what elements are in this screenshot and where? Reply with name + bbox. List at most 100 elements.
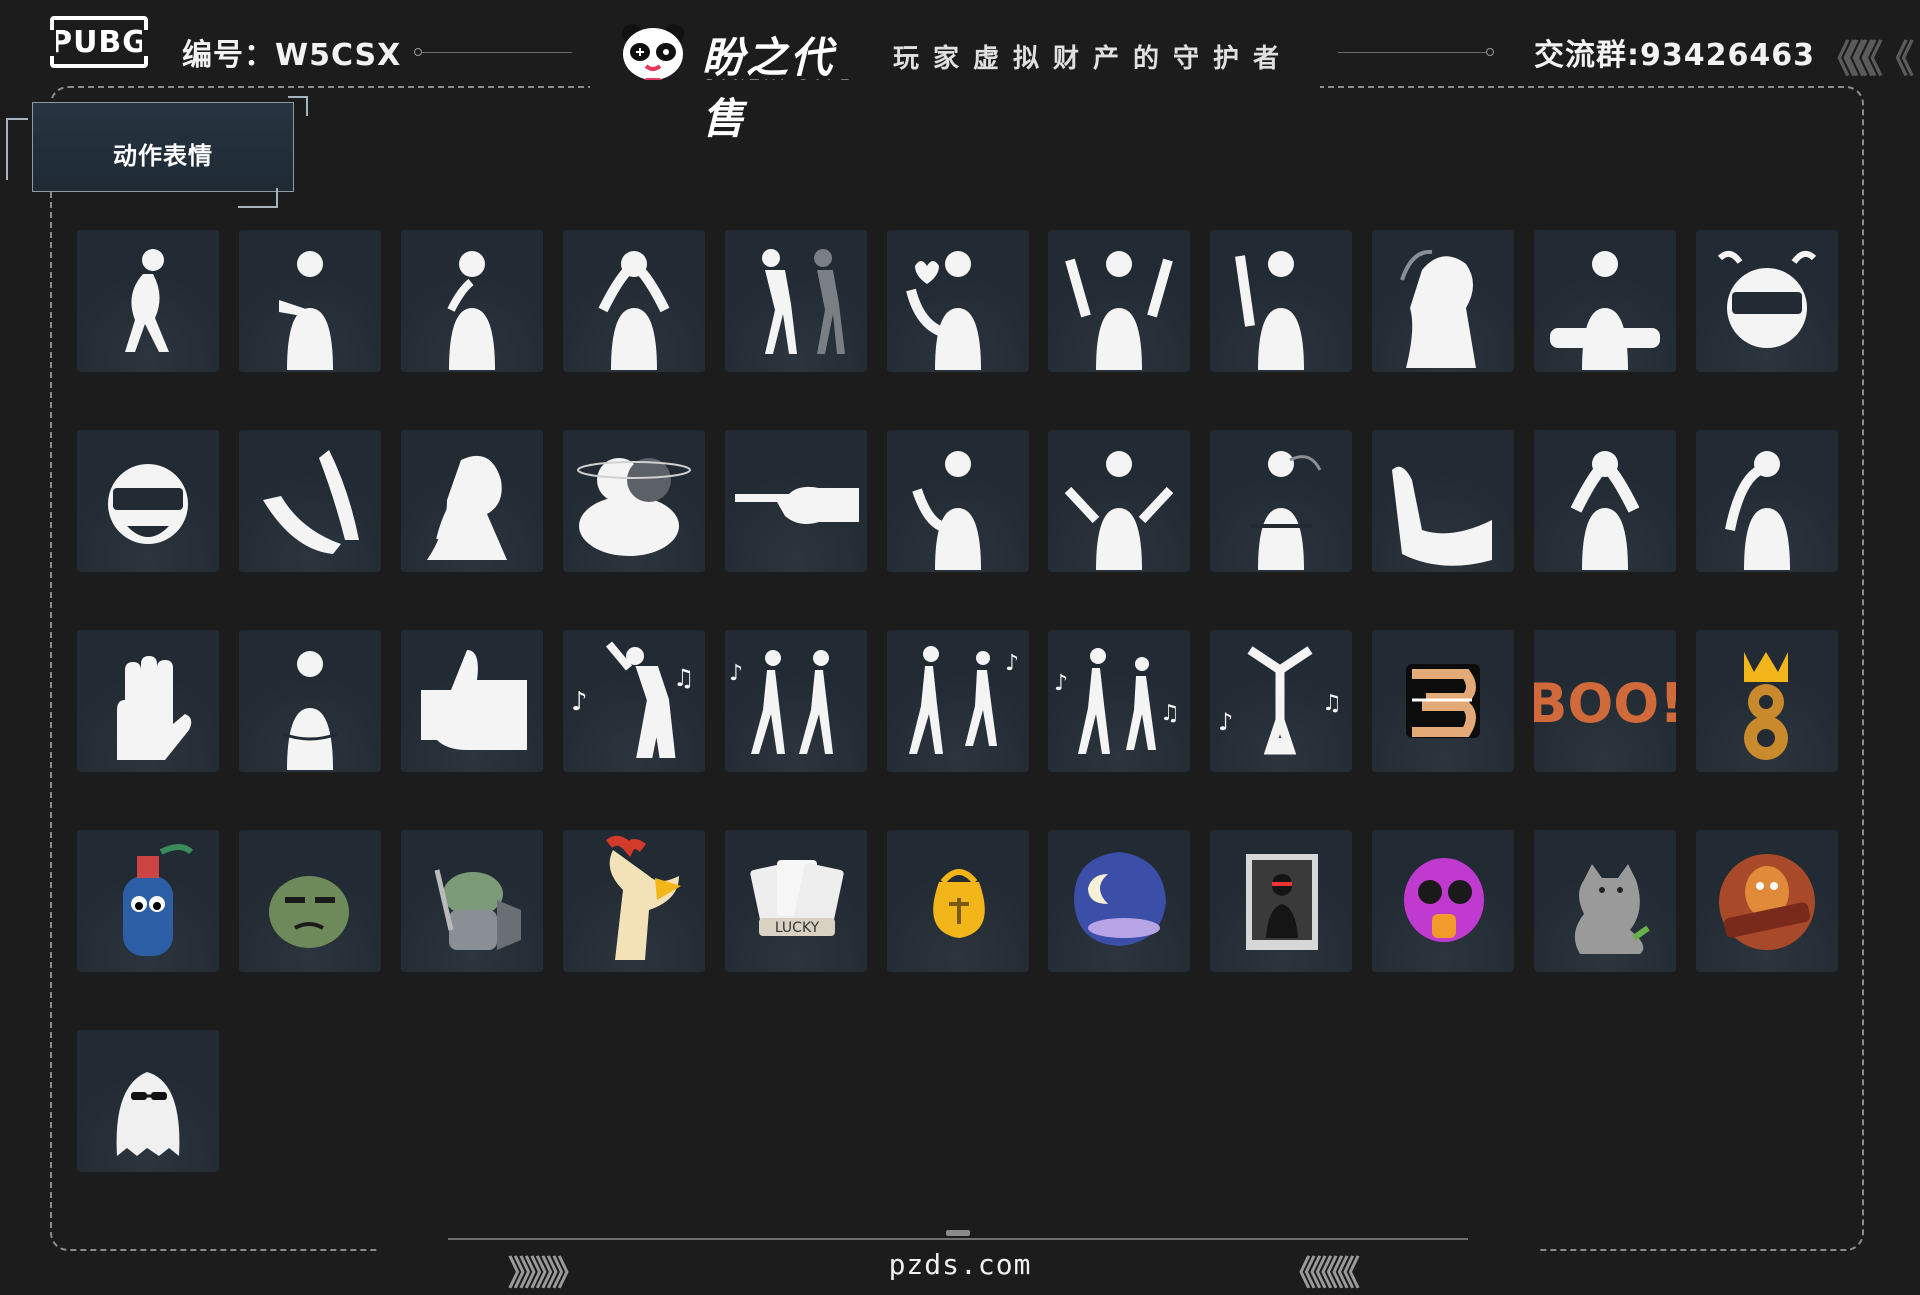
boo-sticker-icon: BOO! bbox=[1534, 630, 1677, 772]
svg-text:♫: ♫ bbox=[1160, 701, 1180, 726]
emote-tile[interactable] bbox=[886, 230, 1029, 372]
point-hand-icon bbox=[724, 430, 867, 572]
svg-text:♪: ♪ bbox=[1005, 651, 1019, 676]
grumpy-frog-sticker-icon bbox=[238, 830, 381, 972]
svg-text:♪: ♪ bbox=[571, 687, 588, 717]
pointing-pose-icon bbox=[238, 230, 381, 372]
lean-pose-icon bbox=[1534, 230, 1677, 372]
nose-pick-pose-icon bbox=[400, 430, 543, 572]
pubg-logo-text: PUBG bbox=[50, 24, 148, 60]
emote-tile[interactable]: ♪ ♫ bbox=[562, 630, 705, 772]
emote-tile[interactable] bbox=[1048, 830, 1191, 972]
emote-tile[interactable] bbox=[1372, 830, 1515, 972]
emote-tile[interactable] bbox=[77, 830, 219, 972]
dance-duo-3-icon: ♪♫ bbox=[1048, 630, 1191, 772]
emote-tile[interactable] bbox=[886, 830, 1029, 972]
emote-tile[interactable]: ♪ bbox=[886, 630, 1029, 772]
emote-tile[interactable] bbox=[562, 230, 705, 372]
emote-tile[interactable] bbox=[1372, 630, 1515, 772]
emote-tile[interactable] bbox=[400, 230, 543, 372]
emote-tile[interactable] bbox=[1372, 230, 1515, 372]
svg-text:♫: ♫ bbox=[1322, 691, 1342, 716]
poster-sticker-icon bbox=[1210, 830, 1353, 972]
svg-text:♪: ♪ bbox=[729, 661, 743, 686]
thinking-pose-icon bbox=[400, 230, 543, 372]
section-tab[interactable]: 动作表情 bbox=[6, 96, 308, 208]
tab-bracket-right bbox=[288, 96, 308, 116]
header-line-dot bbox=[1486, 48, 1494, 56]
footer-notch bbox=[946, 1230, 970, 1236]
emote-tile[interactable]: ♪ ♫ bbox=[1048, 630, 1191, 772]
chicken-dinner-sticker-icon bbox=[1696, 830, 1838, 972]
emote-tile[interactable] bbox=[77, 430, 219, 572]
emote-tile[interactable] bbox=[1048, 230, 1191, 372]
header-divider-left bbox=[422, 52, 572, 53]
emote-tile[interactable] bbox=[238, 230, 381, 372]
emote-tile[interactable] bbox=[238, 430, 381, 572]
footer-divider bbox=[448, 1238, 1468, 1240]
emote-tile[interactable]: ♪ ♫ bbox=[1210, 630, 1353, 772]
emote-tile[interactable]: ♪ bbox=[724, 630, 867, 772]
tab-bracket-left bbox=[6, 118, 28, 180]
emote-tile[interactable] bbox=[77, 230, 219, 372]
dance-duo-2-icon: ♪ bbox=[886, 630, 1029, 772]
emote-tile[interactable] bbox=[1696, 430, 1838, 572]
head-turn-pose-icon bbox=[1372, 230, 1515, 372]
emote-tile[interactable] bbox=[562, 830, 705, 972]
wave-pose-icon bbox=[1210, 230, 1353, 372]
emote-tile[interactable] bbox=[400, 630, 543, 772]
arms-crossed-pose-icon bbox=[1210, 430, 1353, 572]
emote-tile[interactable] bbox=[724, 230, 867, 372]
laughing-helmet-icon bbox=[77, 430, 219, 572]
dance-duo-icon: ♪ bbox=[724, 630, 867, 772]
thumbs-up-icon bbox=[400, 630, 543, 772]
emote-tile[interactable] bbox=[886, 430, 1029, 572]
account-id-label: 编号：W5CSX bbox=[182, 38, 402, 73]
emote-tile[interactable] bbox=[238, 830, 381, 972]
emote-tile[interactable] bbox=[1210, 430, 1353, 572]
crown-8-sticker-icon bbox=[1696, 630, 1838, 772]
emote-tile[interactable]: LUCKY bbox=[724, 830, 867, 972]
emote-tile[interactable] bbox=[562, 430, 705, 572]
emote-tile[interactable] bbox=[400, 430, 543, 572]
cover-eyes-pose-icon bbox=[562, 230, 705, 372]
tab-bracket-bottom bbox=[238, 188, 278, 208]
emote-tile[interactable] bbox=[1372, 430, 1515, 572]
header-divider-right bbox=[1338, 52, 1488, 53]
group-chat-label: 交流群:93426463 bbox=[1534, 38, 1815, 73]
facepalm-pose-icon bbox=[1696, 430, 1838, 572]
emote-tile[interactable] bbox=[1696, 630, 1838, 772]
gas-mask-sticker-icon bbox=[1372, 830, 1515, 972]
emote-tile[interactable] bbox=[77, 1030, 219, 1172]
brand-slogan: 玩家虚拟财产的守护者 bbox=[893, 44, 1294, 74]
emote-tile[interactable] bbox=[1534, 230, 1677, 372]
emote-tile[interactable] bbox=[1534, 430, 1677, 572]
emote-tile[interactable] bbox=[238, 630, 381, 772]
emote-tile[interactable]: BOO! bbox=[1534, 630, 1677, 772]
coin-bag-sticker-icon bbox=[886, 830, 1029, 972]
emote-tile[interactable] bbox=[1210, 230, 1353, 372]
cat-sticker-icon bbox=[1534, 830, 1677, 972]
rooster-sticker-icon bbox=[562, 830, 705, 972]
flex-arm-icon bbox=[1372, 430, 1515, 572]
panda-mascot-icon bbox=[622, 24, 684, 84]
chevrons-left-icon: 《《《《 《 bbox=[1818, 37, 1914, 81]
pubg-logo: PUBG bbox=[48, 16, 150, 68]
emote-tile[interactable] bbox=[1696, 830, 1838, 972]
angry-helmet-icon bbox=[1696, 230, 1838, 372]
header-line-dot bbox=[414, 48, 422, 56]
emote-tile[interactable] bbox=[1696, 230, 1838, 372]
emote-tile[interactable] bbox=[400, 830, 543, 972]
emote-tile[interactable] bbox=[724, 430, 867, 572]
footer-domain[interactable]: pzds.com bbox=[0, 1248, 1920, 1281]
walk-pose-icon bbox=[724, 230, 867, 372]
number-3-sticker-icon bbox=[1372, 630, 1515, 772]
cry-pose-icon bbox=[1534, 430, 1677, 572]
clap-hands-icon bbox=[238, 430, 381, 572]
emote-tile[interactable] bbox=[1534, 830, 1677, 972]
svg-text:♪: ♪ bbox=[1054, 671, 1068, 696]
emote-tile[interactable] bbox=[1210, 830, 1353, 972]
emote-tile[interactable] bbox=[77, 630, 219, 772]
emote-tile[interactable] bbox=[1048, 430, 1191, 572]
frame-gap-top bbox=[590, 80, 1320, 92]
